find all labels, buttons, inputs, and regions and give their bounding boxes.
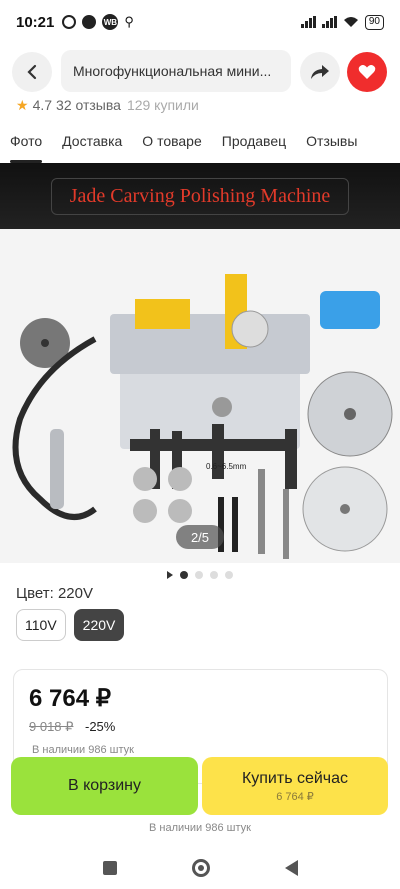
spec-label: 0.6~6.5mm — [206, 462, 247, 471]
page-dot[interactable] — [180, 571, 188, 579]
wifi-icon — [343, 17, 358, 27]
system-nav-bar — [0, 847, 400, 889]
section-tabs: Фото Доставка О товаре Продавец Отзывы — [0, 123, 400, 163]
product-gallery[interactable]: Jade Carving Polishing Machine 0.6~6.5mm… — [0, 163, 400, 563]
add-to-cart-button[interactable]: В корзину — [11, 757, 198, 815]
page-dot[interactable] — [210, 571, 218, 579]
clock: 10:21 — [16, 13, 55, 31]
stock-info-bottom: В наличии 986 штук — [149, 822, 251, 834]
share-button[interactable] — [300, 52, 340, 92]
home-icon[interactable] — [191, 859, 210, 877]
variant-selector: 110V 220V — [16, 609, 125, 641]
rating-score: 4.7 — [32, 97, 53, 113]
page-dot[interactable] — [225, 571, 233, 579]
play-icon[interactable] — [167, 571, 173, 579]
page-dot[interactable] — [195, 571, 203, 579]
stock-info: В наличии 986 штук — [32, 744, 134, 756]
variant-220v[interactable]: 220V — [73, 609, 125, 641]
buy-now-price: 6 764 ₽ — [276, 790, 314, 803]
battery-indicator: 90 — [364, 14, 384, 30]
search-status-icon: ⚲ — [124, 14, 134, 29]
rating-row: ★ 4.7 32 отзыва 129 купили — [16, 96, 199, 114]
chevron-left-icon — [27, 64, 37, 80]
dnd-icon — [82, 15, 97, 29]
action-bar: В корзину Купить сейчас 6 764 ₽ — [0, 757, 400, 817]
tab-about[interactable]: О товаре — [132, 123, 211, 163]
variant-110v[interactable]: 110V — [16, 609, 66, 641]
share-arrow-icon — [311, 65, 329, 79]
tab-reviews[interactable]: Отзывы — [296, 123, 367, 163]
search-field[interactable]: Многофункциональная мини... — [61, 50, 291, 92]
discount-badge: -25% — [85, 719, 116, 734]
status-bar: 10:21 WB ⚲ 90 — [0, 0, 400, 44]
alarm-icon — [62, 15, 77, 29]
back-button[interactable] — [12, 52, 52, 92]
product-photo: 0.6~6.5mm — [0, 229, 400, 563]
product-banner: Jade Carving Polishing Machine — [0, 163, 400, 229]
favorite-button[interactable] — [347, 52, 387, 92]
color-label: Цвет: 220V — [16, 585, 93, 602]
buy-now-label: Купить сейчас — [241, 769, 349, 787]
old-price: 9 018 ₽ — [29, 719, 74, 734]
reviews-count[interactable]: 32 отзыва — [56, 97, 121, 113]
tab-delivery[interactable]: Доставка — [52, 123, 132, 163]
tab-seller[interactable]: Продавец — [212, 123, 296, 163]
tab-photo[interactable]: Фото — [0, 123, 52, 163]
heart-icon — [358, 65, 376, 79]
signal-icon-2 — [321, 16, 337, 28]
add-to-cart-label: В корзину — [67, 777, 142, 794]
top-header: Многофункциональная мини... — [0, 48, 400, 96]
gallery-pagination — [0, 569, 400, 581]
wb-app-icon: WB — [102, 14, 119, 30]
current-price: 6 764 ₽ — [29, 685, 111, 712]
search-text: Многофункциональная мини... — [73, 63, 272, 79]
buy-now-button[interactable]: Купить сейчас 6 764 ₽ — [202, 757, 388, 815]
recents-icon[interactable] — [102, 861, 117, 875]
signal-icon — [300, 16, 316, 28]
back-nav-icon[interactable] — [284, 860, 298, 876]
banner-title: Jade Carving Polishing Machine — [50, 177, 350, 215]
star-icon: ★ — [16, 96, 29, 113]
bought-count: 129 купили — [126, 97, 199, 113]
image-counter: 2/5 — [176, 525, 224, 549]
